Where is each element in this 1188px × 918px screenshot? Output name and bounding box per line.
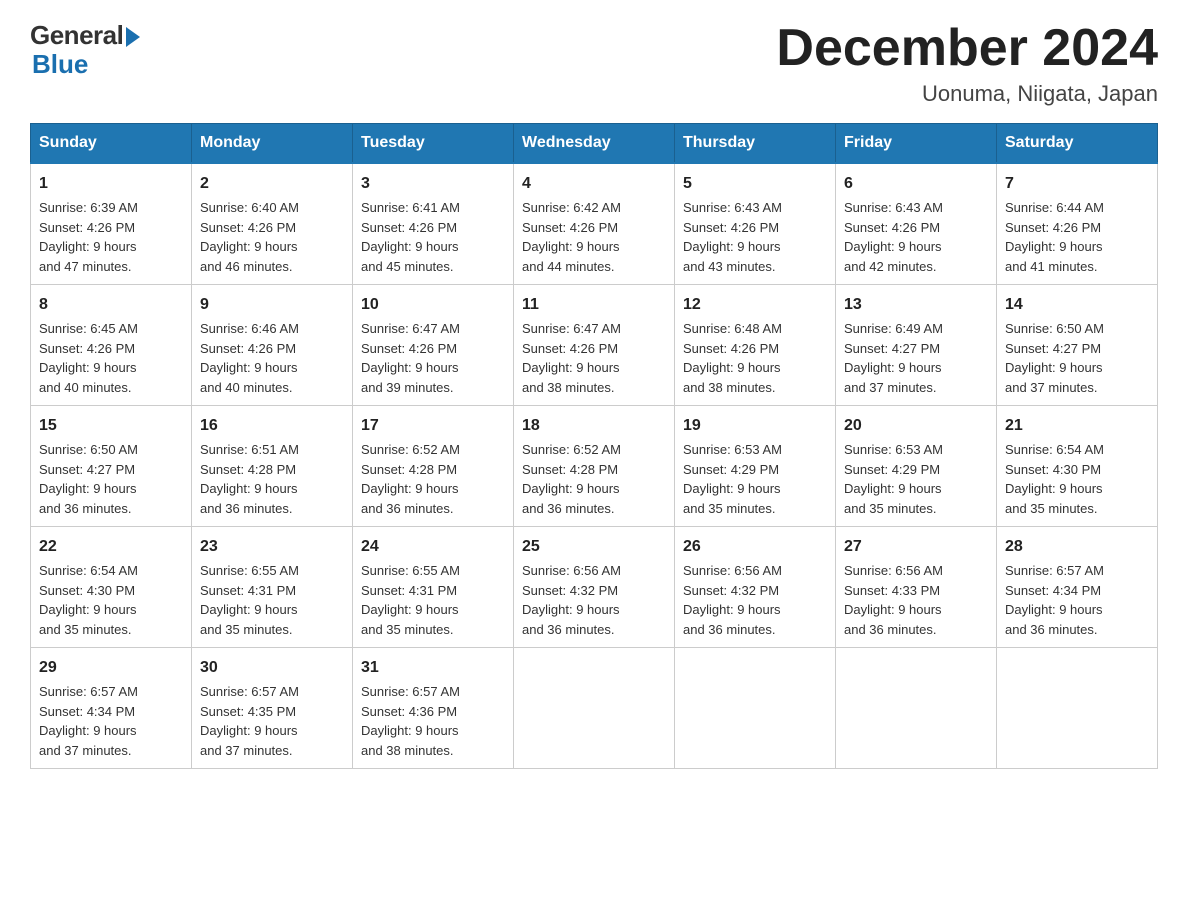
logo-blue-text: Blue: [30, 49, 88, 80]
page-header: General Blue December 2024 Uonuma, Niiga…: [30, 20, 1158, 107]
day-number: 30: [200, 656, 344, 680]
calendar-week-row: 29Sunrise: 6:57 AMSunset: 4:34 PMDayligh…: [31, 648, 1158, 769]
weekday-header-thursday: Thursday: [675, 124, 836, 164]
calendar-cell: 28Sunrise: 6:57 AMSunset: 4:34 PMDayligh…: [997, 527, 1158, 648]
logo-arrow-icon: [126, 27, 140, 47]
weekday-header-wednesday: Wednesday: [514, 124, 675, 164]
calendar-header: SundayMondayTuesdayWednesdayThursdayFrid…: [31, 124, 1158, 164]
calendar-cell: 20Sunrise: 6:53 AMSunset: 4:29 PMDayligh…: [836, 406, 997, 527]
calendar-cell: [675, 648, 836, 769]
calendar-cell: [997, 648, 1158, 769]
weekday-header-friday: Friday: [836, 124, 997, 164]
day-number: 11: [522, 293, 666, 317]
calendar-cell: 9Sunrise: 6:46 AMSunset: 4:26 PMDaylight…: [192, 285, 353, 406]
calendar-cell: 26Sunrise: 6:56 AMSunset: 4:32 PMDayligh…: [675, 527, 836, 648]
calendar-cell: 22Sunrise: 6:54 AMSunset: 4:30 PMDayligh…: [31, 527, 192, 648]
day-number: 9: [200, 293, 344, 317]
day-number: 17: [361, 414, 505, 438]
calendar-cell: 29Sunrise: 6:57 AMSunset: 4:34 PMDayligh…: [31, 648, 192, 769]
day-number: 14: [1005, 293, 1149, 317]
day-number: 4: [522, 172, 666, 196]
weekday-header-tuesday: Tuesday: [353, 124, 514, 164]
day-number: 23: [200, 535, 344, 559]
calendar-body: 1Sunrise: 6:39 AMSunset: 4:26 PMDaylight…: [31, 163, 1158, 769]
calendar-cell: 16Sunrise: 6:51 AMSunset: 4:28 PMDayligh…: [192, 406, 353, 527]
calendar-cell: 17Sunrise: 6:52 AMSunset: 4:28 PMDayligh…: [353, 406, 514, 527]
calendar-cell: 19Sunrise: 6:53 AMSunset: 4:29 PMDayligh…: [675, 406, 836, 527]
calendar-cell: 11Sunrise: 6:47 AMSunset: 4:26 PMDayligh…: [514, 285, 675, 406]
calendar-cell: 13Sunrise: 6:49 AMSunset: 4:27 PMDayligh…: [836, 285, 997, 406]
calendar-cell: 23Sunrise: 6:55 AMSunset: 4:31 PMDayligh…: [192, 527, 353, 648]
weekday-header-saturday: Saturday: [997, 124, 1158, 164]
day-number: 29: [39, 656, 183, 680]
calendar-table: SundayMondayTuesdayWednesdayThursdayFrid…: [30, 123, 1158, 769]
day-number: 19: [683, 414, 827, 438]
calendar-week-row: 1Sunrise: 6:39 AMSunset: 4:26 PMDaylight…: [31, 163, 1158, 285]
calendar-cell: 2Sunrise: 6:40 AMSunset: 4:26 PMDaylight…: [192, 163, 353, 285]
calendar-cell: 7Sunrise: 6:44 AMSunset: 4:26 PMDaylight…: [997, 163, 1158, 285]
day-number: 1: [39, 172, 183, 196]
weekday-header-monday: Monday: [192, 124, 353, 164]
calendar-cell: 4Sunrise: 6:42 AMSunset: 4:26 PMDaylight…: [514, 163, 675, 285]
day-number: 6: [844, 172, 988, 196]
day-number: 27: [844, 535, 988, 559]
weekday-header-row: SundayMondayTuesdayWednesdayThursdayFrid…: [31, 124, 1158, 164]
calendar-cell: 12Sunrise: 6:48 AMSunset: 4:26 PMDayligh…: [675, 285, 836, 406]
day-number: 31: [361, 656, 505, 680]
calendar-cell: 15Sunrise: 6:50 AMSunset: 4:27 PMDayligh…: [31, 406, 192, 527]
day-number: 22: [39, 535, 183, 559]
calendar-cell: 27Sunrise: 6:56 AMSunset: 4:33 PMDayligh…: [836, 527, 997, 648]
day-number: 3: [361, 172, 505, 196]
day-number: 12: [683, 293, 827, 317]
title-block: December 2024 Uonuma, Niigata, Japan: [776, 20, 1158, 107]
logo-general-text: General: [30, 20, 123, 51]
calendar-week-row: 8Sunrise: 6:45 AMSunset: 4:26 PMDaylight…: [31, 285, 1158, 406]
calendar-week-row: 15Sunrise: 6:50 AMSunset: 4:27 PMDayligh…: [31, 406, 1158, 527]
day-number: 13: [844, 293, 988, 317]
calendar-cell: 24Sunrise: 6:55 AMSunset: 4:31 PMDayligh…: [353, 527, 514, 648]
calendar-cell: 1Sunrise: 6:39 AMSunset: 4:26 PMDaylight…: [31, 163, 192, 285]
location-title: Uonuma, Niigata, Japan: [776, 81, 1158, 107]
day-number: 28: [1005, 535, 1149, 559]
calendar-cell: 6Sunrise: 6:43 AMSunset: 4:26 PMDaylight…: [836, 163, 997, 285]
calendar-cell: 5Sunrise: 6:43 AMSunset: 4:26 PMDaylight…: [675, 163, 836, 285]
logo: General Blue: [30, 20, 140, 80]
calendar-week-row: 22Sunrise: 6:54 AMSunset: 4:30 PMDayligh…: [31, 527, 1158, 648]
day-number: 24: [361, 535, 505, 559]
month-title: December 2024: [776, 20, 1158, 77]
weekday-header-sunday: Sunday: [31, 124, 192, 164]
calendar-cell: [836, 648, 997, 769]
day-number: 10: [361, 293, 505, 317]
calendar-cell: 21Sunrise: 6:54 AMSunset: 4:30 PMDayligh…: [997, 406, 1158, 527]
day-number: 25: [522, 535, 666, 559]
day-number: 16: [200, 414, 344, 438]
calendar-cell: 31Sunrise: 6:57 AMSunset: 4:36 PMDayligh…: [353, 648, 514, 769]
calendar-cell: 3Sunrise: 6:41 AMSunset: 4:26 PMDaylight…: [353, 163, 514, 285]
day-number: 26: [683, 535, 827, 559]
calendar-cell: 30Sunrise: 6:57 AMSunset: 4:35 PMDayligh…: [192, 648, 353, 769]
day-number: 18: [522, 414, 666, 438]
day-number: 5: [683, 172, 827, 196]
day-number: 2: [200, 172, 344, 196]
calendar-cell: 14Sunrise: 6:50 AMSunset: 4:27 PMDayligh…: [997, 285, 1158, 406]
calendar-cell: 8Sunrise: 6:45 AMSunset: 4:26 PMDaylight…: [31, 285, 192, 406]
day-number: 8: [39, 293, 183, 317]
calendar-cell: [514, 648, 675, 769]
day-number: 21: [1005, 414, 1149, 438]
day-number: 7: [1005, 172, 1149, 196]
day-number: 15: [39, 414, 183, 438]
calendar-cell: 25Sunrise: 6:56 AMSunset: 4:32 PMDayligh…: [514, 527, 675, 648]
day-number: 20: [844, 414, 988, 438]
calendar-cell: 18Sunrise: 6:52 AMSunset: 4:28 PMDayligh…: [514, 406, 675, 527]
calendar-cell: 10Sunrise: 6:47 AMSunset: 4:26 PMDayligh…: [353, 285, 514, 406]
